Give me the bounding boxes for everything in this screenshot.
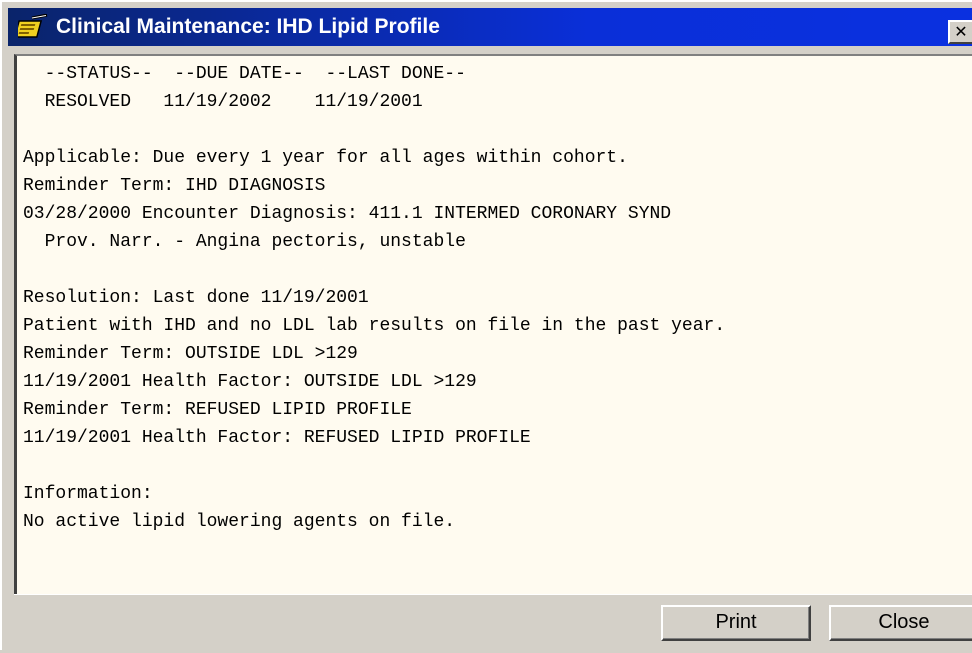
clipboard-pencil-icon: [13, 13, 50, 40]
reminder-term-line: Reminder Term: REFUSED LIPID PROFILE: [23, 400, 412, 420]
close-icon: ✕: [954, 22, 968, 41]
button-bar: Print Close: [14, 594, 972, 653]
close-window-button[interactable]: ✕: [948, 20, 972, 44]
information-detail-line: No active lipid lowering agents on file.: [23, 512, 456, 532]
encounter-diagnosis-line: 03/28/2000 Encounter Diagnosis: 411.1 IN…: [23, 204, 672, 224]
print-button[interactable]: Print: [661, 605, 811, 641]
close-button[interactable]: Close: [829, 605, 972, 641]
health-factor-line: 11/19/2001 Health Factor: REFUSED LIPID …: [23, 428, 531, 448]
provider-narrative-line: Prov. Narr. - Angina pectoris, unstable: [23, 232, 466, 252]
applicable-line: Applicable: Due every 1 year for all age…: [23, 148, 628, 168]
status-values-line: RESOLVED 11/19/2002 11/19/2001: [23, 92, 423, 112]
status-header-line: --STATUS-- --DUE DATE-- --LAST DONE--: [23, 64, 466, 84]
reminder-term-line: Reminder Term: IHD DIAGNOSIS: [23, 176, 326, 196]
window-title: Clinical Maintenance: IHD Lipid Profile: [56, 15, 440, 38]
clinical-maintenance-window: Clinical Maintenance: IHD Lipid Profile …: [0, 0, 972, 653]
health-factor-line: 11/19/2001 Health Factor: OUTSIDE LDL >1…: [23, 372, 477, 392]
reminder-detail-text-area[interactable]: --STATUS-- --DUE DATE-- --LAST DONE-- RE…: [14, 54, 972, 594]
information-heading-line: Information:: [23, 484, 153, 504]
resolution-line: Resolution: Last done 11/19/2001: [23, 288, 369, 308]
reminder-term-line: Reminder Term: OUTSIDE LDL >129: [23, 344, 358, 364]
title-bar[interactable]: Clinical Maintenance: IHD Lipid Profile …: [8, 8, 972, 46]
reminder-detail-text: --STATUS-- --DUE DATE-- --LAST DONE-- RE…: [17, 56, 972, 536]
patient-note-line: Patient with IHD and no LDL lab results …: [23, 316, 726, 336]
